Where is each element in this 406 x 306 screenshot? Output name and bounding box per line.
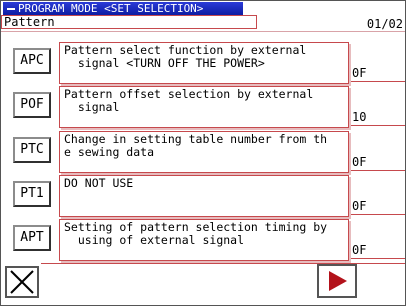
setting-row-pof: POF Pattern offset selection by external… bbox=[1, 86, 405, 128]
value-pt1: 0F bbox=[352, 199, 367, 213]
code-button-apc[interactable]: APC bbox=[13, 48, 51, 74]
title-bar: PROGRAM MODE <SET SELECTION> bbox=[3, 2, 243, 16]
setting-row-apc: APC Pattern select function by external … bbox=[1, 42, 405, 84]
value-apt: 0F bbox=[352, 243, 367, 257]
divider bbox=[351, 170, 405, 171]
value-pof: 10 bbox=[352, 110, 367, 124]
description-pof[interactable]: Pattern offset selection by external sig… bbox=[59, 86, 349, 128]
next-page-button[interactable] bbox=[317, 264, 357, 298]
divider bbox=[351, 214, 405, 215]
divider bbox=[351, 81, 405, 82]
code-button-apt[interactable]: APT bbox=[13, 225, 51, 251]
divider bbox=[351, 125, 405, 126]
close-button[interactable] bbox=[5, 266, 39, 298]
section-label: Pattern bbox=[1, 15, 257, 29]
play-arrow-icon bbox=[329, 271, 347, 291]
code-button-ptc[interactable]: PTC bbox=[13, 137, 51, 163]
description-pt1[interactable]: DO NOT USE bbox=[59, 175, 349, 217]
setting-row-apt: APT Setting of pattern selection timing … bbox=[1, 219, 405, 261]
setting-row-pt1: PT1 DO NOT USE 0F bbox=[1, 175, 405, 217]
description-apt[interactable]: Setting of pattern selection timing by u… bbox=[59, 219, 349, 261]
value-ptc: 0F bbox=[352, 155, 367, 169]
program-mode-screen: PROGRAM MODE <SET SELECTION> Pattern 01/… bbox=[0, 0, 406, 306]
divider bbox=[351, 258, 405, 259]
divider bbox=[1, 31, 405, 32]
page-indicator: 01/02 bbox=[366, 17, 403, 31]
window-title: PROGRAM MODE <SET SELECTION> bbox=[18, 2, 204, 15]
description-apc[interactable]: Pattern select function by external sign… bbox=[59, 42, 349, 84]
setting-row-ptc: PTC Change in setting table number from … bbox=[1, 131, 405, 173]
minus-icon bbox=[7, 8, 15, 10]
code-button-pof[interactable]: POF bbox=[13, 92, 51, 118]
code-button-pt1[interactable]: PT1 bbox=[13, 181, 51, 207]
value-apc: 0F bbox=[352, 66, 367, 80]
close-icon bbox=[10, 270, 34, 294]
description-ptc[interactable]: Change in setting table number from th e… bbox=[59, 131, 349, 173]
